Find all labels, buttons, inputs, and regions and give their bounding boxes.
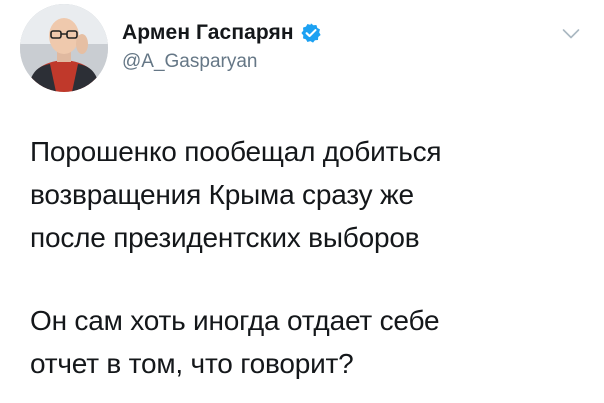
author-avatar[interactable] bbox=[20, 4, 108, 92]
author-display-name[interactable]: Армен Гаспарян bbox=[122, 21, 294, 45]
verified-badge-icon bbox=[301, 23, 321, 43]
author-info: Армен Гаспарян @A_Gasparyan bbox=[122, 18, 322, 73]
tweet-text-line: после президентских выборов bbox=[30, 222, 420, 253]
tweet-text-line: отчет в том, что говорит? bbox=[30, 348, 354, 379]
tweet-text-paragraph-1: Порошенко пообещал добиться возвращения … bbox=[30, 130, 590, 259]
avatar-photo-icon bbox=[20, 4, 108, 92]
display-name-row: Армен Гаспарян bbox=[122, 18, 322, 48]
tweet-text-line: возвращения Крыма сразу же bbox=[30, 179, 414, 210]
author-handle[interactable]: @A_Gasparyan bbox=[122, 51, 322, 73]
tweet-text-paragraph-2: Он сам хоть иногда отдает себе отчет в т… bbox=[30, 299, 590, 385]
tweet-text-line: Порошенко пообещал добиться bbox=[30, 136, 442, 167]
tweet-text-line: Он сам хоть иногда отдает себе bbox=[30, 305, 440, 336]
chevron-down-icon[interactable] bbox=[562, 28, 580, 40]
tweet-card: Армен Гаспарян @A_Gasparyan Порошенко по… bbox=[0, 0, 604, 403]
